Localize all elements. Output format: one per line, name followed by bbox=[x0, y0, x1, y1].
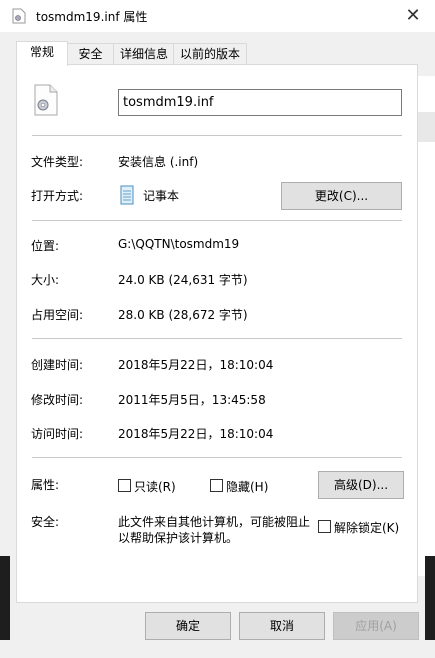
tab-security[interactable]: 安全 bbox=[66, 43, 115, 65]
open-with-value: 记事本 bbox=[143, 189, 180, 203]
security-message-line2: 以帮助保护该计算机。 bbox=[118, 531, 239, 545]
change-button[interactable]: 更改(C)... bbox=[281, 182, 402, 210]
size-label: 大小: bbox=[31, 273, 60, 287]
created-label: 创建时间: bbox=[31, 358, 84, 372]
security-message-line1: 此文件来自其他计算机，可能被阻止 bbox=[118, 515, 311, 529]
ok-button[interactable]: 确定 bbox=[145, 612, 231, 640]
size-value: 24.0 KB (24,631 字节) bbox=[118, 273, 248, 287]
tab-previous-versions[interactable]: 以前的版本 bbox=[173, 43, 247, 65]
accessed-label: 访问时间: bbox=[31, 427, 84, 441]
separator bbox=[32, 220, 402, 221]
general-panel: tosmdm19.inf 文件类型: 安装信息 (.inf) 打开方式: 记事本… bbox=[16, 64, 418, 603]
hidden-checkbox[interactable] bbox=[210, 479, 223, 492]
attributes-label: 属性: bbox=[31, 478, 60, 492]
security-label: 安全: bbox=[31, 515, 60, 529]
dialog-button-row: 确定 取消 应用(A) bbox=[0, 601, 435, 658]
disk-size-value: 28.0 KB (28,672 字节) bbox=[118, 308, 248, 322]
separator bbox=[32, 457, 402, 458]
location-value: G:\QQTN\tosmdm19 bbox=[118, 237, 240, 251]
cancel-button[interactable]: 取消 bbox=[239, 612, 325, 640]
window-title: tosmdm19.inf 属性 bbox=[36, 10, 148, 24]
modified-label: 修改时间: bbox=[31, 393, 84, 407]
title-bar: tosmdm19.inf 属性 ✕ bbox=[0, 0, 435, 32]
background-window-edge bbox=[418, 76, 435, 576]
unblock-label: 解除锁定(K) bbox=[334, 521, 400, 535]
separator bbox=[32, 338, 402, 339]
unblock-checkbox[interactable] bbox=[318, 520, 331, 533]
readonly-label: 只读(R) bbox=[134, 480, 176, 494]
hidden-label: 隐藏(H) bbox=[226, 480, 269, 494]
background-window-strip bbox=[418, 112, 435, 142]
file-type-label: 文件类型: bbox=[31, 155, 84, 169]
separator bbox=[32, 135, 402, 136]
apply-button[interactable]: 应用(A) bbox=[333, 612, 419, 640]
close-button[interactable]: ✕ bbox=[396, 2, 430, 30]
file-settings-icon bbox=[12, 8, 26, 24]
advanced-button[interactable]: 高级(D)... bbox=[318, 471, 404, 499]
file-type-value: 安装信息 (.inf) bbox=[118, 155, 199, 169]
accessed-value: 2018年5月22日，18:10:04 bbox=[118, 427, 274, 441]
tab-details[interactable]: 详细信息 bbox=[113, 43, 175, 65]
filename-field[interactable]: tosmdm19.inf bbox=[118, 89, 402, 116]
modified-value: 2011年5月5日，13:45:58 bbox=[118, 393, 266, 407]
tab-general[interactable]: 常规 bbox=[16, 41, 68, 66]
notepad-icon bbox=[120, 185, 134, 205]
readonly-checkbox[interactable] bbox=[118, 479, 131, 492]
open-with-label: 打开方式: bbox=[31, 189, 84, 203]
inf-file-icon bbox=[34, 84, 58, 116]
location-label: 位置: bbox=[31, 239, 60, 253]
created-value: 2018年5月22日，18:10:04 bbox=[118, 358, 274, 372]
disk-size-label: 占用空间: bbox=[31, 308, 84, 322]
